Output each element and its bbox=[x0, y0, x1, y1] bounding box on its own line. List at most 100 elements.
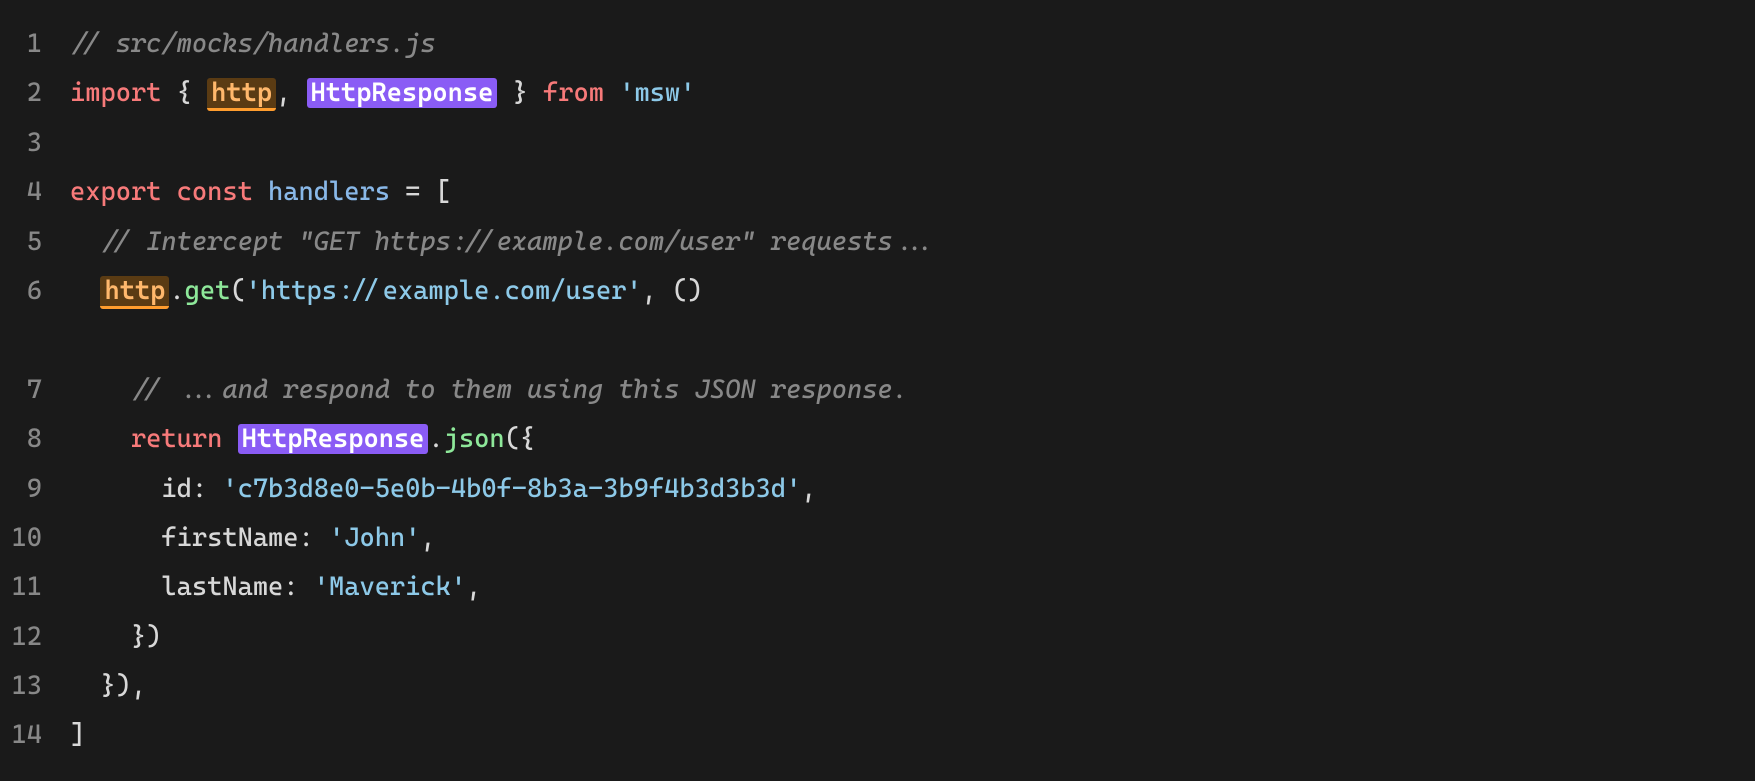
keyword-export: export bbox=[70, 177, 161, 207]
code-content: id: 'c7b3d8e0-5e0b-4b0f-8b3a-3b9f4b3d3b3… bbox=[70, 465, 1755, 514]
punct bbox=[222, 424, 237, 454]
code-content: return HttpResponse.json({ bbox=[70, 415, 1755, 464]
brace-open: { bbox=[177, 78, 192, 108]
code-line: 4 export const handlers = [ bbox=[0, 168, 1755, 217]
identifier-http: http bbox=[100, 276, 169, 309]
code-content: // Intercept "GET https://example.com/us… bbox=[70, 218, 1755, 267]
punct bbox=[657, 276, 672, 306]
comment: // src/mocks/handlers.js bbox=[70, 29, 436, 59]
paren-open: ( bbox=[505, 424, 520, 454]
string-id: 'c7b3d8e0-5e0b-4b0f-8b3a-3b9f4b3d3b3d' bbox=[222, 474, 801, 504]
punct bbox=[161, 177, 176, 207]
code-line: 10 firstName: 'John', bbox=[0, 514, 1755, 563]
code-editor: 1 // src/mocks/handlers.js 2 import { ht… bbox=[0, 20, 1755, 761]
code-line: 6 http.get('https://example.com/user', (… bbox=[0, 267, 1755, 366]
colon: : bbox=[299, 523, 314, 553]
bracket-close: ] bbox=[70, 720, 85, 750]
line-number: 11 bbox=[0, 563, 70, 612]
punct bbox=[161, 78, 176, 108]
identifier-http: http bbox=[207, 78, 276, 111]
code-line: 2 import { http, HttpResponse } from 'ms… bbox=[0, 69, 1755, 118]
code-content: ] bbox=[70, 711, 1755, 760]
dot: . bbox=[428, 424, 443, 454]
paren-close: ) bbox=[116, 671, 131, 701]
line-number: 8 bbox=[0, 415, 70, 464]
string-firstname: 'John' bbox=[329, 523, 420, 553]
paren-open: ( bbox=[230, 276, 245, 306]
string-lastname: 'Maverick' bbox=[314, 572, 466, 602]
comment: // ...and respond to them using this JSO… bbox=[131, 375, 908, 405]
code-line: 7 // ...and respond to them using this J… bbox=[0, 366, 1755, 415]
line-number: 1 bbox=[0, 20, 70, 69]
code-content: }), bbox=[70, 662, 1755, 711]
colon: : bbox=[192, 474, 207, 504]
punct bbox=[497, 78, 512, 108]
code-line: 3 bbox=[0, 119, 1755, 168]
line-number: 7 bbox=[0, 366, 70, 415]
code-content: // ...and respond to them using this JSO… bbox=[70, 366, 1755, 415]
property-id: id bbox=[161, 474, 191, 504]
dot: . bbox=[169, 276, 184, 306]
colon: : bbox=[283, 572, 298, 602]
comma: , bbox=[466, 572, 481, 602]
identifier-httpresponse: HttpResponse bbox=[307, 78, 498, 108]
line-number: 12 bbox=[0, 613, 70, 662]
method-get: get bbox=[185, 276, 231, 306]
punct bbox=[703, 276, 718, 306]
paren-close: ) bbox=[146, 622, 161, 652]
line-number: 14 bbox=[0, 711, 70, 760]
punct bbox=[291, 78, 306, 108]
keyword-from: from bbox=[543, 78, 604, 108]
brace-close: } bbox=[100, 671, 115, 701]
code-content: firstName: 'John', bbox=[70, 514, 1755, 563]
string-msw: 'msw' bbox=[619, 78, 695, 108]
punct bbox=[253, 177, 268, 207]
arrow-params: () bbox=[672, 276, 702, 306]
line-number: 5 bbox=[0, 218, 70, 267]
code-line: 9 id: 'c7b3d8e0-5e0b-4b0f-8b3a-3b9f4b3d3… bbox=[0, 465, 1755, 514]
code-content: export const handlers = [ bbox=[70, 168, 1755, 217]
comma: , bbox=[801, 474, 816, 504]
keyword-return: return bbox=[131, 424, 222, 454]
brace-close: } bbox=[131, 622, 146, 652]
punct bbox=[207, 474, 222, 504]
keyword-import: import bbox=[70, 78, 161, 108]
punct bbox=[299, 572, 314, 602]
equals: = bbox=[405, 177, 420, 207]
comma: , bbox=[131, 671, 146, 701]
code-line: 5 // Intercept "GET https://example.com/… bbox=[0, 218, 1755, 267]
code-line: 14 ] bbox=[0, 711, 1755, 760]
code-content: lastName: 'Maverick', bbox=[70, 563, 1755, 612]
code-content: // src/mocks/handlers.js bbox=[70, 20, 1755, 69]
comment: // Intercept "GET https://example.com/us… bbox=[100, 227, 938, 257]
punct bbox=[604, 78, 619, 108]
code-line: 13 }), bbox=[0, 662, 1755, 711]
code-content: }) bbox=[70, 613, 1755, 662]
code-line: 11 lastName: 'Maverick', bbox=[0, 563, 1755, 612]
punct bbox=[192, 78, 207, 108]
code-line: 12 }) bbox=[0, 613, 1755, 662]
identifier-handlers: handlers bbox=[268, 177, 390, 207]
string-url: 'https://example.com/user' bbox=[246, 276, 642, 306]
line-number: 13 bbox=[0, 662, 70, 711]
line-number: 3 bbox=[0, 119, 70, 168]
code-content: http.get('https://example.com/user', () bbox=[70, 267, 1755, 366]
method-json: json bbox=[444, 424, 505, 454]
line-number: 6 bbox=[0, 267, 70, 316]
line-number: 9 bbox=[0, 465, 70, 514]
code-content: import { http, HttpResponse } from 'msw' bbox=[70, 69, 1755, 118]
punct bbox=[390, 177, 405, 207]
comma: , bbox=[276, 78, 291, 108]
comma: , bbox=[420, 523, 435, 553]
comma: , bbox=[642, 276, 657, 306]
bracket-open: [ bbox=[436, 177, 451, 207]
punct bbox=[420, 177, 435, 207]
property-lastname: lastName bbox=[161, 572, 283, 602]
property-firstname: firstName bbox=[161, 523, 298, 553]
identifier-httpresponse: HttpResponse bbox=[238, 424, 429, 454]
line-number: 10 bbox=[0, 514, 70, 563]
line-number: 4 bbox=[0, 168, 70, 217]
brace-close: } bbox=[513, 78, 528, 108]
punct bbox=[528, 78, 543, 108]
brace-open: { bbox=[520, 424, 535, 454]
